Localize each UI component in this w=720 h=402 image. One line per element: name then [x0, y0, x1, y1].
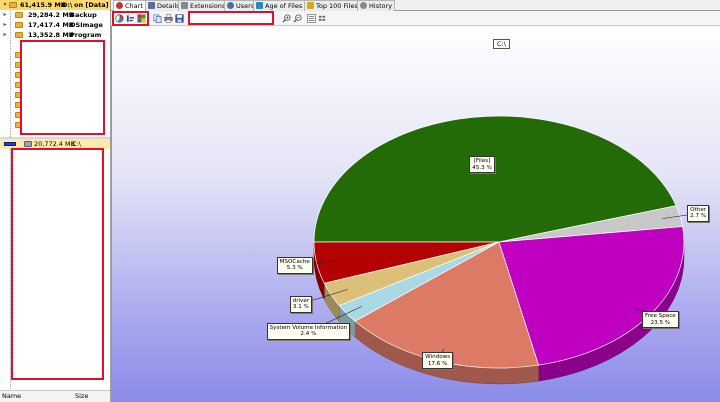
app-window: ▾ 61,415.9 MB D:\ on [Data] ▸ 29,284.2 M… [0, 0, 720, 402]
redacted-region [11, 148, 104, 380]
pie-label: MSOCache 5.3 % [276, 256, 313, 274]
view-tab-bar: Chart Details Extensions Users Age of Fi… [111, 0, 720, 12]
copy-icon[interactable] [153, 14, 162, 23]
users-icon [227, 2, 234, 9]
extensions-icon [181, 2, 188, 9]
tree-root-label: on [Data] [74, 1, 109, 9]
folder-tree-panel: ▾ 61,415.9 MB D:\ on [Data] ▸ 29,284.2 M… [0, 0, 111, 402]
pie-label-value: 2.4 % [300, 331, 317, 338]
column-header-size[interactable]: Size [75, 391, 88, 402]
tree-row-program[interactable]: ▸ 13,352.8 MB Program [0, 30, 110, 40]
tree-item-name: OSImage [70, 21, 103, 29]
bar-chart-icon[interactable] [126, 14, 135, 23]
collapse-icon[interactable]: ▾ [2, 0, 8, 10]
tree-root-size: 61,415.9 MB [20, 1, 66, 9]
chart-toolbar [111, 11, 720, 26]
tab-history[interactable]: History [357, 0, 396, 11]
drive-icon [24, 141, 32, 147]
tab-label: Details [157, 2, 180, 10]
tree-root-name: D:\ [62, 1, 73, 9]
folder-icon [9, 2, 17, 8]
tab-label: History [369, 2, 393, 10]
pie-chart[interactable] [112, 26, 720, 402]
pie-label-name: [Files] [473, 158, 491, 165]
tab-label: Extensions [190, 2, 226, 10]
pie-label: [Files] 45.3 % [469, 156, 495, 174]
search-input[interactable] [188, 11, 274, 25]
tab-extensions[interactable]: Extensions [178, 0, 229, 11]
pie-chart-icon[interactable] [115, 14, 124, 23]
pie-chart-icon [116, 2, 123, 9]
tab-label: Top 100 Files [316, 2, 358, 10]
top-files-icon [307, 2, 314, 9]
save-icon[interactable] [175, 14, 184, 23]
history-icon [360, 2, 367, 9]
redacted-region [20, 40, 105, 135]
tree-row-backup[interactable]: ▸ 29,284.2 MB Backup [0, 10, 110, 20]
tree-row-root[interactable]: ▾ 61,415.9 MB D:\ on [Data] [0, 0, 110, 10]
pie-label-value: 45.3 % [472, 164, 492, 171]
column-header: Name Size [0, 390, 110, 402]
pie-label-value: 2.7 % [690, 213, 707, 220]
pie-label: Windows 17.6 % [422, 352, 454, 370]
folder-tree-top: ▾ 61,415.9 MB D:\ on [Data] ▸ 29,284.2 M… [0, 0, 110, 137]
chart-view[interactable]: C:\ [Files] 45.3 % Other 2.7 % Free Space 23.… [111, 26, 720, 402]
tree-item-name: Program [70, 31, 102, 39]
list-view-icon[interactable] [307, 14, 316, 23]
tree-item-size: 29,284.2 MB [28, 11, 74, 19]
print-icon[interactable] [164, 14, 173, 23]
expand-icon[interactable]: ▸ [2, 30, 8, 40]
pie-label: driver 3.1 % [289, 295, 313, 313]
zoom-out-icon[interactable] [293, 14, 302, 23]
column-header-name[interactable]: Name [2, 391, 21, 402]
pie-label: Other 2.7 % [687, 204, 710, 222]
folder-icon [15, 32, 23, 38]
pie-label-value: 3.1 % [292, 304, 309, 311]
tree-item-size: 13,352.8 MB [28, 31, 74, 39]
treemap-icon[interactable] [137, 14, 146, 23]
zoom-in-icon[interactable] [282, 14, 291, 23]
tree-item-size: 17,417.4 MB [28, 21, 74, 29]
settings-icon[interactable] [318, 14, 327, 23]
usage-bar [4, 142, 16, 146]
folder-icon [15, 12, 23, 18]
pie-label-name: Windows [425, 354, 451, 361]
tab-top-100-files[interactable]: Top 100 Files [304, 0, 361, 11]
pie-label-value: 17.6 % [427, 360, 448, 367]
folder-tree-bottom: 20,772.4 MB C:\ [0, 139, 110, 390]
pie-label: System Volume Information 2.4 % [266, 322, 351, 340]
tab-age-of-files[interactable]: Age of Files [253, 0, 306, 11]
details-icon [148, 2, 155, 9]
folder-icon [15, 22, 23, 28]
tab-label: Users [236, 2, 255, 10]
tab-details[interactable]: Details [145, 0, 183, 11]
pie-label-value: 5.3 % [286, 265, 303, 272]
pie-label-name: Free Space [645, 313, 676, 320]
tree-item-name: Backup [70, 11, 97, 19]
tab-label: Age of Files [265, 2, 303, 10]
pie-label-value: 23.5 % [650, 319, 671, 326]
expand-icon[interactable]: ▸ [2, 10, 8, 20]
pie-label: Free Space 23.5 % [642, 311, 679, 329]
expand-icon[interactable]: ▸ [2, 20, 8, 30]
calendar-icon [256, 2, 263, 9]
tab-label: Chart [125, 2, 143, 10]
tree-row-osimage[interactable]: ▸ 17,417.4 MB OSImage [0, 20, 110, 30]
